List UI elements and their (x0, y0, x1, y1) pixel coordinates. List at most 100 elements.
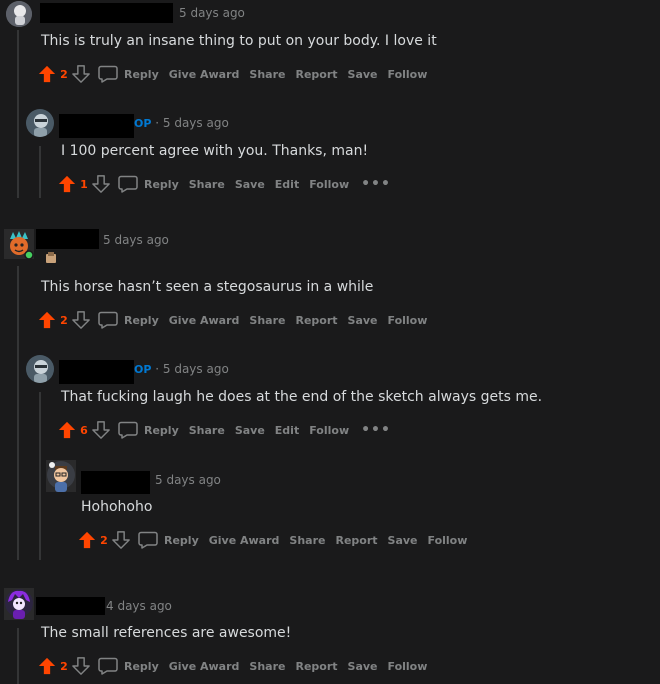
vote-score: 6 (80, 423, 88, 437)
follow-button[interactable]: Follow (388, 68, 428, 81)
author-name[interactable] (81, 471, 150, 494)
upvote-icon[interactable] (58, 175, 76, 193)
reply-button[interactable]: Reply (164, 534, 199, 547)
follow-button[interactable]: Follow (428, 534, 468, 547)
more-options-icon[interactable]: ••• (361, 422, 391, 438)
timestamp[interactable]: · 5 days ago (155, 116, 229, 130)
edit-button[interactable]: Edit (275, 424, 299, 437)
save-button[interactable]: Save (348, 660, 378, 673)
vote-score: 2 (60, 313, 68, 327)
avatar[interactable] (4, 588, 34, 620)
thread-line[interactable] (17, 628, 19, 684)
share-button[interactable]: Share (189, 178, 225, 191)
downvote-icon[interactable] (72, 657, 90, 675)
op-badge: OP (134, 363, 152, 376)
user-avatar-icon (26, 109, 54, 137)
downvote-icon[interactable] (92, 175, 110, 193)
avatar[interactable] (6, 1, 32, 27)
avatar[interactable] (46, 460, 76, 492)
upvote-icon[interactable] (38, 65, 56, 83)
avatar[interactable] (26, 109, 54, 137)
downvote-icon[interactable] (72, 311, 90, 329)
reply-icon[interactable] (138, 531, 158, 549)
author-name[interactable] (36, 229, 99, 249)
vote-score: 1 (80, 177, 88, 191)
timestamp[interactable]: 4 days ago (106, 599, 172, 613)
report-button[interactable]: Report (335, 534, 377, 547)
thread-line[interactable] (39, 392, 41, 560)
comment-text: This horse hasn’t seen a stegosaurus in … (41, 279, 374, 295)
follow-button[interactable]: Follow (309, 424, 349, 437)
follow-button[interactable]: Follow (309, 178, 349, 191)
edit-button[interactable]: Edit (275, 178, 299, 191)
upvote-icon[interactable] (58, 421, 76, 439)
follow-button[interactable]: Follow (388, 314, 428, 327)
report-button[interactable]: Report (295, 314, 337, 327)
thread-line[interactable] (17, 266, 19, 560)
report-button[interactable]: Report (295, 660, 337, 673)
comment-text: Hohohoho (81, 499, 153, 515)
avatar[interactable] (26, 355, 54, 383)
reply-button[interactable]: Reply (124, 314, 159, 327)
more-options-icon[interactable]: ••• (361, 176, 391, 192)
comment-actions: 2 Reply Give Award Share Report Save Fol… (78, 528, 467, 552)
timestamp[interactable]: 5 days ago (179, 6, 245, 20)
upvote-icon[interactable] (78, 531, 96, 549)
save-button[interactable]: Save (348, 314, 378, 327)
user-avatar-icon (26, 355, 54, 383)
timestamp[interactable]: · 5 days ago (155, 362, 229, 376)
reply-button[interactable]: Reply (124, 68, 159, 81)
downvote-icon[interactable] (72, 65, 90, 83)
comment-actions: 1 Reply Share Save Edit Follow ••• (58, 172, 391, 196)
comment-actions: 6 Reply Share Save Edit Follow ••• (58, 418, 391, 442)
user-avatar-icon (10, 231, 34, 259)
comment-actions: 2 Reply Give Award Share Report Save Fol… (38, 62, 427, 86)
comment-actions: 2 Reply Give Award Share Report Save Fol… (38, 654, 427, 678)
thread-line[interactable] (17, 30, 19, 198)
reply-button[interactable]: Reply (144, 178, 179, 191)
thread-line[interactable] (39, 146, 41, 198)
user-avatar-icon (47, 461, 75, 492)
author-name[interactable] (36, 597, 105, 615)
share-button[interactable]: Share (249, 68, 285, 81)
give-award-button[interactable]: Give Award (169, 660, 240, 673)
downvote-icon[interactable] (92, 421, 110, 439)
author-name[interactable] (40, 3, 173, 23)
reply-icon[interactable] (118, 175, 138, 193)
user-avatar-icon (5, 589, 33, 619)
comment-text: This is truly an insane thing to put on … (41, 33, 437, 49)
share-button[interactable]: Share (189, 424, 225, 437)
reply-icon[interactable] (118, 421, 138, 439)
follow-button[interactable]: Follow (388, 660, 428, 673)
save-button[interactable]: Save (235, 178, 265, 191)
upvote-icon[interactable] (38, 657, 56, 675)
author-name[interactable] (59, 360, 134, 384)
avatar[interactable] (4, 229, 34, 259)
timestamp[interactable]: 5 days ago (103, 233, 169, 247)
give-award-button[interactable]: Give Award (209, 534, 280, 547)
reply-icon[interactable] (98, 65, 118, 83)
share-button[interactable]: Share (249, 660, 285, 673)
comment-actions: 2 Reply Give Award Share Report Save Fol… (38, 308, 427, 332)
save-button[interactable]: Save (348, 68, 378, 81)
user-avatar-icon (6, 1, 32, 27)
comment-text: The small references are awesome! (41, 625, 292, 641)
downvote-icon[interactable] (112, 531, 130, 549)
reply-icon[interactable] (98, 311, 118, 329)
save-button[interactable]: Save (235, 424, 265, 437)
share-button[interactable]: Share (249, 314, 285, 327)
reply-button[interactable]: Reply (144, 424, 179, 437)
share-button[interactable]: Share (289, 534, 325, 547)
timestamp[interactable]: 5 days ago (155, 473, 221, 487)
report-button[interactable]: Report (295, 68, 337, 81)
reply-icon[interactable] (98, 657, 118, 675)
vote-score: 2 (60, 659, 68, 673)
give-award-button[interactable]: Give Award (169, 314, 240, 327)
flair-icon (46, 252, 56, 263)
author-name[interactable] (59, 114, 134, 138)
save-button[interactable]: Save (388, 534, 418, 547)
vote-score: 2 (60, 67, 68, 81)
give-award-button[interactable]: Give Award (169, 68, 240, 81)
reply-button[interactable]: Reply (124, 660, 159, 673)
upvote-icon[interactable] (38, 311, 56, 329)
